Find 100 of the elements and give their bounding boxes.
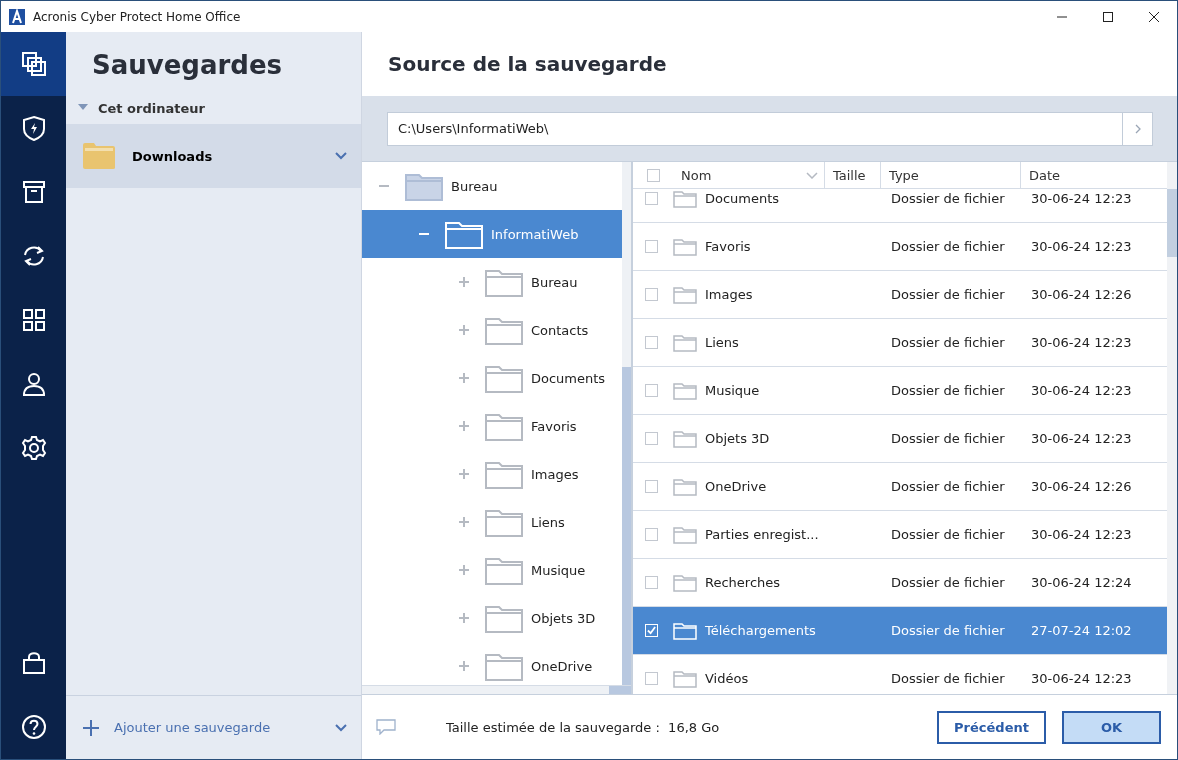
row-checkbox[interactable] [645, 384, 658, 397]
table-row[interactable]: Musique Dossier de fichier 30-06-24 12:23 [633, 367, 1167, 415]
row-checkbox[interactable] [645, 432, 658, 445]
folder-icon [485, 555, 523, 585]
column-header[interactable]: Date [1021, 162, 1167, 188]
tree-item[interactable]: Images [362, 450, 622, 498]
table-row[interactable]: Parties enregist... Dossier de fichier 30-06-24 12:23 [633, 511, 1167, 559]
sort-chevron-icon [806, 171, 818, 179]
settings-icon [19, 434, 48, 462]
row-checkbox[interactable] [645, 672, 658, 685]
row-checkbox[interactable] [645, 336, 658, 349]
file-type: Dossier de fichier [891, 431, 1006, 446]
estimated-size-text: Taille estimée de la sauvegarde : 16,8 Go [446, 719, 721, 735]
file-name: OneDrive [705, 479, 767, 494]
tree-item[interactable]: Musique [362, 546, 622, 594]
expand-icon [459, 565, 469, 575]
backup-item[interactable]: Downloads [66, 124, 361, 188]
tree-item[interactable]: Contacts [362, 306, 622, 354]
folder-icon [673, 621, 697, 640]
row-checkbox[interactable] [645, 576, 658, 589]
select-all-checkbox[interactable] [646, 168, 660, 182]
help-icon [19, 713, 48, 741]
app-logo-icon [9, 8, 25, 25]
folder-icon [485, 363, 523, 393]
folder-icon [405, 171, 443, 201]
file-date: 30-06-24 12:23 [1031, 671, 1133, 686]
chevron-right-icon [1134, 123, 1141, 134]
tree-item[interactable]: Bureau [362, 258, 622, 306]
chevron-down-icon [335, 723, 347, 732]
chevron-down-icon [335, 152, 347, 160]
triangle-icon [78, 104, 88, 112]
path-field[interactable]: C:\Users\InformatiWeb\ [387, 111, 1122, 146]
table-row[interactable]: Images Dossier de fichier 30-06-24 12:26 [633, 271, 1167, 319]
tree-item[interactable]: InformatiWeb [362, 210, 622, 258]
folder-icon [485, 411, 523, 441]
column-header[interactable]: Type [881, 162, 1021, 188]
expand-icon [459, 421, 469, 431]
expand-icon [459, 277, 469, 287]
tree-item[interactable]: Bureau [362, 162, 622, 210]
tree-item[interactable]: OneDrive [362, 642, 622, 685]
folder-icon [673, 189, 697, 208]
row-checkbox[interactable] [645, 192, 658, 205]
folder-icon [82, 142, 116, 170]
tree-item[interactable]: Documents [362, 354, 622, 402]
go-button[interactable] [1122, 111, 1153, 146]
folder-icon [485, 603, 523, 633]
file-name: Liens [705, 335, 739, 350]
row-checkbox[interactable] [645, 528, 658, 541]
table-row[interactable]: Téléchargements Dossier de fichier 27-07-24 12:02 [633, 607, 1167, 655]
expand-icon [459, 661, 469, 671]
file-name: Téléchargements [705, 623, 816, 638]
file-type: Dossier de fichier [891, 527, 1006, 542]
file-type: Dossier de fichier [891, 191, 1006, 206]
back-button[interactable]: Précédent [937, 710, 1046, 744]
group-header[interactable]: Cet ordinateur [66, 92, 361, 124]
folder-icon [485, 267, 523, 297]
scrollbar[interactable] [362, 685, 631, 694]
maximize-icon [1103, 11, 1113, 22]
row-checkbox[interactable] [645, 240, 658, 253]
file-date: 30-06-24 12:23 [1031, 239, 1133, 254]
file-name: Parties enregist... [705, 527, 819, 542]
tree-item[interactable]: Favoris [362, 402, 622, 450]
nav-button[interactable] [1, 32, 66, 96]
scrollbar[interactable] [622, 162, 631, 685]
sidebar-title: Sauvegardes [91, 49, 284, 82]
row-checkbox[interactable] [645, 288, 658, 301]
file-date: 30-06-24 12:23 [1031, 191, 1133, 206]
ok-button[interactable]: OK [1062, 710, 1161, 744]
folder-icon [673, 285, 697, 304]
folder-icon [673, 573, 697, 592]
file-name: Favoris [705, 239, 751, 254]
file-name: Documents [705, 191, 780, 206]
file-date: 30-06-24 12:26 [1031, 479, 1133, 494]
table-row[interactable]: Objets 3D Dossier de fichier 30-06-24 12:23 [633, 415, 1167, 463]
column-header[interactable]: Taille [825, 162, 881, 188]
folder-icon [485, 651, 523, 681]
file-name: Recherches [705, 575, 781, 590]
table-row[interactable]: Favoris Dossier de fichier 30-06-24 12:23 [633, 223, 1167, 271]
file-type: Dossier de fichier [891, 671, 1006, 686]
file-type: Dossier de fichier [891, 287, 1006, 302]
file-name: Musique [705, 383, 760, 398]
add-backup-button[interactable]: Ajouter une sauvegarde [66, 695, 361, 759]
table-row[interactable]: OneDrive Dossier de fichier 30-06-24 12:26 [633, 463, 1167, 511]
table-row[interactable]: Documents Dossier de fichier 30-06-24 12:23 [633, 189, 1167, 223]
table-row[interactable]: Liens Dossier de fichier 30-06-24 12:23 [633, 319, 1167, 367]
file-name: Vidéos [705, 671, 749, 686]
copies-icon [19, 50, 48, 78]
file-date: 30-06-24 12:23 [1031, 431, 1133, 446]
file-type: Dossier de fichier [891, 239, 1006, 254]
table-row[interactable]: Vidéos Dossier de fichier 30-06-24 12:23 [633, 655, 1167, 694]
folder-icon [673, 333, 697, 352]
column-header[interactable]: Nom [673, 162, 825, 188]
tree-item[interactable]: Liens [362, 498, 622, 546]
folder-icon [673, 525, 697, 544]
file-date: 30-06-24 12:23 [1031, 383, 1133, 398]
tree-item[interactable]: Objets 3D [362, 594, 622, 642]
expand-icon [459, 373, 469, 383]
scrollbar[interactable] [1167, 162, 1177, 694]
row-checkbox[interactable] [645, 480, 658, 493]
folder-icon [673, 669, 697, 688]
